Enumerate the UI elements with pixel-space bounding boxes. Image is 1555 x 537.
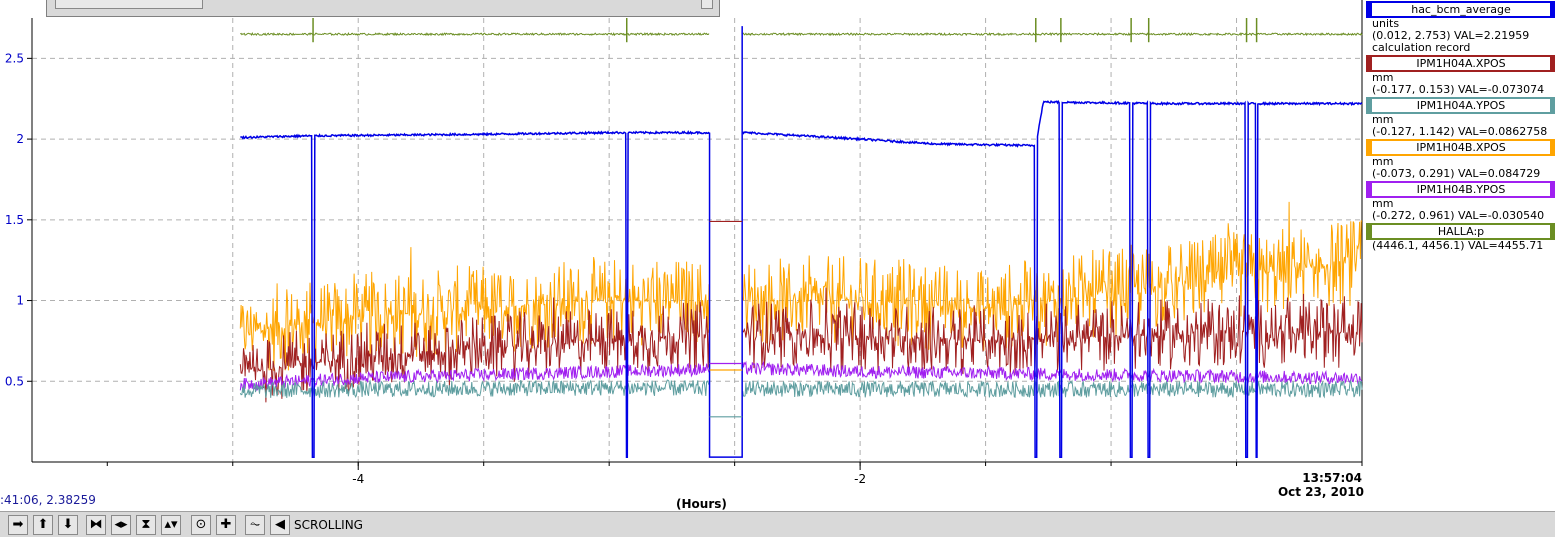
legend-info: (-0.073, 0.291) VAL=0.084729 — [1372, 167, 1541, 180]
legend-info: (-0.127, 1.142) VAL=0.0862758 — [1372, 125, 1548, 138]
legend-info: (-0.272, 0.961) VAL=-0.030540 — [1372, 209, 1545, 222]
y-tick-label: 2.5 — [5, 51, 24, 65]
legend-info: (4446.1, 4456.1) VAL=4455.71 — [1372, 239, 1544, 252]
legend-entry-ipm1h04b-ypos[interactable]: IPM1H04B.YPOS — [1366, 181, 1555, 198]
zoom-in-y-icon[interactable]: ⧗ — [136, 515, 156, 535]
x-axis-label: (Hours) — [676, 497, 727, 511]
y-tick-label: 2 — [16, 132, 24, 146]
legend-info: calculation record — [1372, 41, 1471, 54]
y-tick-label: 0.5 — [5, 374, 24, 388]
zoom-in-x-icon[interactable]: ⧓ — [86, 515, 106, 535]
legend: hac_bcm_average units (0.012, 2.753) VAL=2… — [1366, 0, 1555, 252]
y-tick-label: 1 — [16, 294, 24, 308]
dialog-control[interactable] — [701, 0, 713, 9]
y-tick-label: 1.5 — [5, 213, 24, 227]
end-time-label: 13:57:04 — [1302, 471, 1362, 485]
strip-chart[interactable]: 0.5 1 1.5 2 2.5 -4 -2 — [0, 0, 1555, 537]
zoom-out-x-icon[interactable]: ◂▸ — [111, 515, 131, 535]
back-icon[interactable]: ◀ — [270, 515, 290, 535]
scrolling-status: SCROLLING — [294, 518, 363, 532]
beam-off-trace — [708, 26, 743, 458]
scroll-up-icon[interactable]: ⬆ — [33, 515, 53, 535]
reset-icon[interactable]: ⊙ — [191, 515, 211, 535]
x-tick-label: -2 — [854, 472, 866, 486]
series-line-halla-p — [240, 32, 1363, 37]
add-icon[interactable]: ✚ — [216, 515, 236, 535]
series-line-ipm1h04a-ypos — [239, 379, 1363, 399]
scroll-down-icon[interactable]: ⬇ — [58, 515, 78, 535]
legend-entry-hac-bcm-average[interactable]: hac_bcm_average — [1366, 1, 1555, 18]
auto-scale-icon[interactable]: ⏦ — [245, 515, 265, 535]
legend-info: (-0.177, 0.153) VAL=-0.073074 — [1372, 83, 1545, 96]
overlay-dialog — [46, 0, 720, 17]
legend-entry-ipm1h04a-ypos[interactable]: IPM1H04A.YPOS — [1366, 97, 1555, 114]
legend-entry-ipm1h04a-xpos[interactable]: IPM1H04A.XPOS — [1366, 55, 1555, 72]
x-tick-label: -4 — [352, 472, 364, 486]
scroll-right-icon[interactable]: ➡ — [8, 515, 28, 535]
toolbar: SCROLLING ➡ ⬆ ⬇ ⧓ ◂▸ ⧗ ▴▾ ⊙ ✚ ⏦ ◀ — [0, 511, 1555, 537]
legend-entry-ipm1h04b-xpos[interactable]: IPM1H04B.XPOS — [1366, 139, 1555, 156]
dialog-field — [55, 0, 203, 9]
legend-entry-halla-p[interactable]: HALLA:p — [1366, 223, 1555, 240]
zoom-out-y-icon[interactable]: ▴▾ — [161, 515, 181, 535]
cursor-readout: :41:06, 2.38259 — [0, 493, 96, 507]
end-date-label: Oct 23, 2010 — [1277, 485, 1364, 499]
